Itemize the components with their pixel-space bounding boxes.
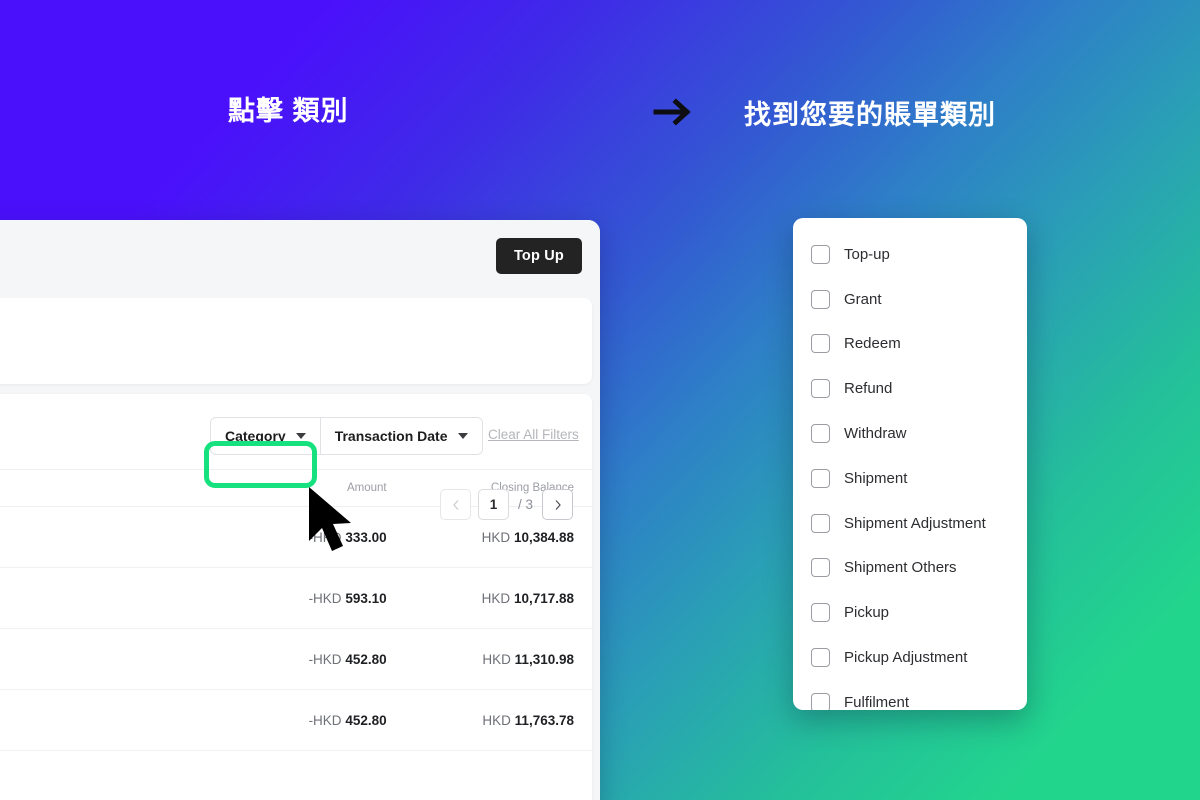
dropdown-option-redeem[interactable]: Redeem bbox=[793, 322, 1027, 367]
transaction-date-filter-button[interactable]: Transaction Date bbox=[320, 418, 482, 454]
category-filter-button[interactable]: Category bbox=[211, 418, 321, 454]
dropdown-option-withdraw[interactable]: Withdraw bbox=[793, 411, 1027, 456]
dropdown-option-shipment-adjustment[interactable]: Shipment Adjustment bbox=[793, 501, 1027, 546]
balance-prefix: HKD bbox=[481, 529, 514, 545]
app-topbar: Top Up bbox=[0, 220, 600, 298]
transaction-date-filter-label: Transaction Date bbox=[334, 428, 448, 444]
dropdown-option-shipment[interactable]: Shipment bbox=[793, 456, 1027, 501]
headline-step1-text: 點擊 類別 bbox=[228, 96, 349, 126]
chevron-right-icon bbox=[555, 499, 561, 510]
headline-row: 點擊 類別 找到您要的賬單類別 bbox=[0, 0, 1200, 218]
transactions-card: Category Transaction Date Clear All Filt… bbox=[0, 394, 592, 800]
category-filter-label: Category bbox=[225, 428, 286, 444]
dropdown-option-label: Top-up bbox=[844, 245, 890, 263]
checkbox-icon[interactable] bbox=[811, 513, 830, 533]
pagination-prev-button[interactable] bbox=[440, 489, 471, 520]
balance-value: 10,384.88 bbox=[513, 529, 574, 545]
dropdown-option-refund[interactable]: Refund bbox=[793, 366, 1027, 411]
filters-row: Category Transaction Date Clear All Filt… bbox=[0, 394, 592, 520]
pagination: / 3 bbox=[440, 489, 574, 520]
dropdown-option-label: Shipment Adjustment bbox=[844, 514, 986, 532]
dropdown-option-top-up[interactable]: Top-up bbox=[793, 232, 1027, 277]
th-amount: Amount bbox=[178, 470, 405, 507]
dropdown-option-label: Pickup Adjustment bbox=[844, 649, 968, 667]
checkbox-icon[interactable] bbox=[811, 603, 830, 623]
th-category: Category bbox=[0, 470, 179, 507]
dropdown-option-pickup[interactable]: Pickup bbox=[793, 590, 1027, 635]
amount-value: 452.80 bbox=[345, 651, 387, 667]
table-row[interactable]: 08 Shipment -HKD 452.80 HKD 11,310.98 bbox=[0, 628, 592, 690]
amount-prefix: -HKD bbox=[308, 712, 346, 728]
checkbox-icon[interactable] bbox=[811, 558, 830, 578]
dropdown-option-label: Shipment Others bbox=[844, 559, 957, 577]
dropdown-option-fulfilment[interactable]: Fulfilment bbox=[793, 680, 1027, 710]
checkbox-icon[interactable] bbox=[811, 692, 830, 710]
pagination-next-button[interactable] bbox=[542, 489, 574, 520]
amount-value: 452.80 bbox=[345, 712, 387, 728]
balance-value: 10,717.88 bbox=[513, 590, 574, 606]
checkbox-icon[interactable] bbox=[811, 334, 830, 354]
balance-value: 11,763.78 bbox=[514, 712, 574, 728]
amount-value: 593.10 bbox=[345, 590, 387, 606]
balance-value: 11,310.98 bbox=[514, 651, 574, 667]
checkbox-icon[interactable] bbox=[811, 648, 830, 668]
tutorial-graphic: 點擊 類別 找到您要的賬單類別 Top Up Category Transact… bbox=[0, 0, 1200, 800]
category-dropdown-panel[interactable]: Top-up Grant Redeem Refund Withdraw Ship… bbox=[793, 218, 1027, 710]
chevron-left-icon bbox=[452, 499, 458, 510]
checkbox-icon[interactable] bbox=[811, 379, 830, 399]
checkbox-icon[interactable] bbox=[811, 244, 830, 264]
table-row[interactable]: 10 Shipment -HKD 452.80 HKD 11,763.78 bbox=[0, 689, 592, 751]
filter-segmented-control: Category Transaction Date bbox=[210, 417, 483, 455]
dropdown-option-label: Shipment bbox=[844, 469, 908, 487]
amount-prefix: -HKD bbox=[308, 529, 346, 545]
dropdown-option-shipment-others[interactable]: Shipment Others bbox=[793, 546, 1027, 591]
dropdown-option-pickup-adjustment[interactable]: Pickup Adjustment bbox=[793, 635, 1027, 680]
dropdown-option-label: Fulfilment bbox=[844, 693, 910, 710]
amount-prefix: -HKD bbox=[308, 651, 346, 667]
top-up-button[interactable]: Top Up bbox=[495, 238, 582, 274]
balance-card bbox=[0, 298, 592, 384]
amount-prefix: -HKD bbox=[308, 590, 346, 606]
table-row[interactable]: 79 Shipment -HKD 593.10 HKD 10,717.88 bbox=[0, 567, 592, 629]
balance-prefix: HKD bbox=[482, 712, 515, 728]
balance-prefix: HKD bbox=[482, 651, 515, 667]
checkbox-icon[interactable] bbox=[811, 289, 830, 309]
dropdown-option-label: Grant bbox=[844, 290, 882, 308]
arrow-right-icon bbox=[652, 92, 696, 132]
chevron-down-icon bbox=[295, 433, 306, 439]
headline-step2-text: 找到您要的賬單類別 bbox=[744, 100, 996, 130]
balance-prefix: HKD bbox=[481, 590, 514, 606]
checkbox-icon[interactable] bbox=[811, 468, 830, 488]
dropdown-option-label: Withdraw bbox=[844, 425, 907, 443]
pagination-page-input[interactable] bbox=[478, 489, 509, 520]
chevron-down-icon bbox=[457, 433, 468, 439]
dropdown-option-grant[interactable]: Grant bbox=[793, 277, 1027, 322]
dropdown-option-label: Redeem bbox=[844, 335, 901, 353]
app-screenshot-panel: Top Up Category Transaction Date Clear A… bbox=[0, 220, 600, 800]
dropdown-option-label: Refund bbox=[844, 380, 893, 398]
dropdown-option-label: Pickup bbox=[844, 604, 890, 622]
pagination-total-pages: / 3 bbox=[518, 497, 534, 512]
clear-all-filters-link[interactable]: Clear All Filters bbox=[488, 427, 579, 442]
amount-value: 333.00 bbox=[345, 529, 387, 545]
checkbox-icon[interactable] bbox=[811, 424, 830, 444]
